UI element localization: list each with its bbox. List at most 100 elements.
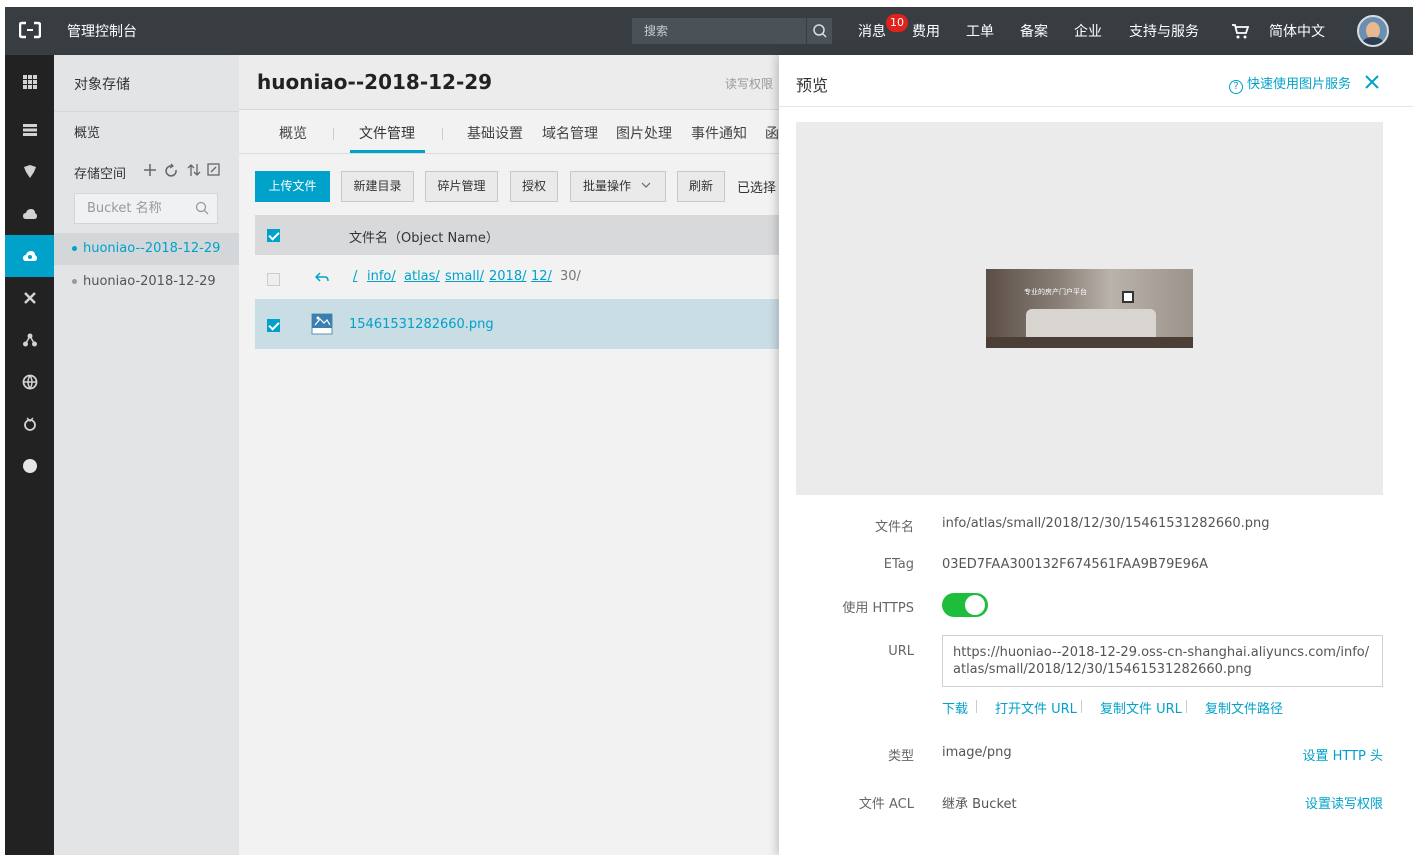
copy-file-url-link[interactable]: 复制文件 URL (1100, 698, 1182, 717)
top-bar-inner: 管理控制台 消息 10 费用 工单 备案 企业 支持与服务 简体中文 (5, 7, 1413, 55)
cloud-icon (23, 209, 37, 219)
toggle-knob (965, 595, 985, 615)
cart-icon[interactable] (1231, 22, 1249, 40)
rail-network[interactable] (5, 319, 54, 361)
bullet-icon (72, 246, 77, 251)
aliyun-logo-icon[interactable] (19, 21, 41, 39)
active-tab-underline (350, 150, 425, 153)
tab-file-management[interactable]: 文件管理 (359, 123, 415, 143)
image-file-icon (311, 313, 333, 335)
rail-shield[interactable] (5, 151, 54, 193)
image-service-help-link[interactable]: ? 快速使用图片服务 (1229, 73, 1351, 94)
preview-floor-shape (986, 337, 1193, 348)
image-preview[interactable]: 专业的房产门户平台 (986, 269, 1193, 348)
rail-monitor[interactable] (5, 403, 54, 445)
file-name-link[interactable]: 15461531282660.png (349, 317, 494, 332)
avatar-body (1362, 37, 1384, 45)
bucket-item-huoniao-2018-12-29[interactable]: huoniao-2018-12-29 (54, 266, 239, 298)
rail-oss[interactable] (5, 235, 54, 277)
rail-tools[interactable] (5, 277, 54, 319)
etag-value: 03ED7FAA300132F674561FAA9B79E96A (942, 557, 1209, 572)
tab-event-notification[interactable]: 事件通知 (691, 123, 747, 143)
fees-link[interactable]: 费用 (912, 21, 940, 41)
refresh-button[interactable]: 刷新 (677, 171, 725, 202)
select-all-checkbox[interactable] (267, 229, 280, 242)
bucket-item-huoniao--2018-12-29[interactable]: huoniao--2018-12-29 (54, 233, 239, 265)
open-file-url-link[interactable]: 打开文件 URL (995, 698, 1077, 717)
search-icon[interactable] (195, 201, 209, 215)
monitor-icon (24, 417, 36, 431)
batch-operation-dropdown[interactable]: 批量操作 (570, 171, 666, 202)
add-icon[interactable] (144, 164, 156, 176)
breadcrumb-atlas[interactable]: atlas/ (404, 269, 440, 284)
enterprise-link[interactable]: 企业 (1074, 21, 1102, 41)
bucket-tabs: 概览 文件管理 基础设置 域名管理 图片处理 事件通知 函 (239, 110, 779, 154)
bucket-search-input[interactable] (75, 194, 185, 223)
rail-server[interactable] (5, 109, 54, 151)
console-title[interactable]: 管理控制台 (67, 21, 137, 41)
avatar[interactable] (1357, 15, 1389, 47)
back-arrow-icon[interactable] (315, 271, 329, 283)
breadcrumb-12[interactable]: 12/ (531, 269, 552, 284)
language-link[interactable]: 简体中文 (1269, 21, 1325, 41)
new-directory-button[interactable]: 新建目录 (341, 171, 414, 202)
authorize-button[interactable]: 授权 (510, 171, 558, 202)
rail-cloud[interactable] (5, 193, 54, 235)
action-separator (976, 700, 977, 713)
tab-domain-management[interactable]: 域名管理 (542, 123, 598, 143)
storage-space-tools (144, 163, 220, 177)
sidebar-title: 对象存储 (74, 77, 130, 93)
tab-overview[interactable]: 概览 (279, 123, 307, 143)
bucket-title: huoniao--2018-12-29 (257, 70, 493, 94)
url-field[interactable]: https://huoniao--2018-12-29.oss-cn-shang… (942, 635, 1383, 687)
expand-icon[interactable] (207, 163, 220, 176)
download-link[interactable]: 下载 (942, 698, 968, 717)
oss-cloud-icon (23, 251, 37, 261)
etag-label: ETag (883, 557, 914, 572)
breadcrumb-info[interactable]: info/ (367, 269, 396, 284)
acl-label: 文件 ACL (858, 797, 914, 812)
rail-globe[interactable] (5, 361, 54, 403)
tab-more[interactable]: 函 (765, 123, 779, 143)
file-row-checkbox[interactable] (267, 319, 280, 332)
sidebar-item-overview[interactable]: 概览 (74, 122, 100, 141)
breadcrumb-small[interactable]: small/ (445, 269, 484, 284)
path-row-checkbox (267, 273, 280, 286)
top-bar: 管理控制台 消息 10 费用 工单 备案 企业 支持与服务 简体中文 (0, 0, 1413, 62)
shield-icon (24, 165, 36, 178)
messages-link[interactable]: 消息 (858, 21, 886, 41)
rail-circle[interactable] (5, 445, 54, 487)
tickets-link[interactable]: 工单 (966, 21, 994, 41)
server-icon (23, 124, 37, 136)
icp-link[interactable]: 备案 (1020, 21, 1048, 41)
sort-icon[interactable] (187, 164, 201, 176)
search-input[interactable] (632, 18, 804, 44)
global-search[interactable] (632, 18, 832, 44)
icon-rail (5, 55, 54, 855)
action-separator (1081, 700, 1082, 713)
rail-products[interactable] (5, 61, 54, 103)
search-button[interactable] (806, 18, 832, 44)
preview-header: 预览 ? 快速使用图片服务 (779, 55, 1413, 107)
globe-icon (22, 374, 38, 390)
table-row-file[interactable] (255, 299, 779, 349)
set-http-header-link[interactable]: 设置 HTTP 头 (1243, 745, 1383, 764)
tab-separator (442, 128, 443, 140)
close-icon[interactable] (1364, 74, 1380, 90)
action-separator (1186, 700, 1187, 713)
type-label: 类型 (887, 749, 914, 764)
bucket-search[interactable] (74, 193, 218, 224)
https-toggle[interactable] (942, 593, 988, 617)
support-link[interactable]: 支持与服务 (1129, 21, 1199, 41)
breadcrumb-2018[interactable]: 2018/ (489, 269, 526, 284)
tab-basic-settings[interactable]: 基础设置 (467, 123, 523, 143)
tab-image-processing[interactable]: 图片处理 (616, 123, 672, 143)
fragment-management-button[interactable]: 碎片管理 (425, 171, 498, 202)
breadcrumb-root[interactable]: / (353, 269, 357, 284)
upload-file-button[interactable]: 上传文件 (255, 171, 330, 202)
main-content: huoniao--2018-12-29 读写权限 概览 文件管理 基础设置 域名… (239, 55, 779, 855)
copy-file-path-link[interactable]: 复制文件路径 (1205, 698, 1283, 717)
bucket-sidebar: 对象存储 概览 存储空间 huoniao--2018-12-29 huoniao… (54, 55, 239, 855)
refresh-icon[interactable] (165, 163, 177, 177)
set-acl-link[interactable]: 设置读写权限 (1243, 793, 1383, 812)
